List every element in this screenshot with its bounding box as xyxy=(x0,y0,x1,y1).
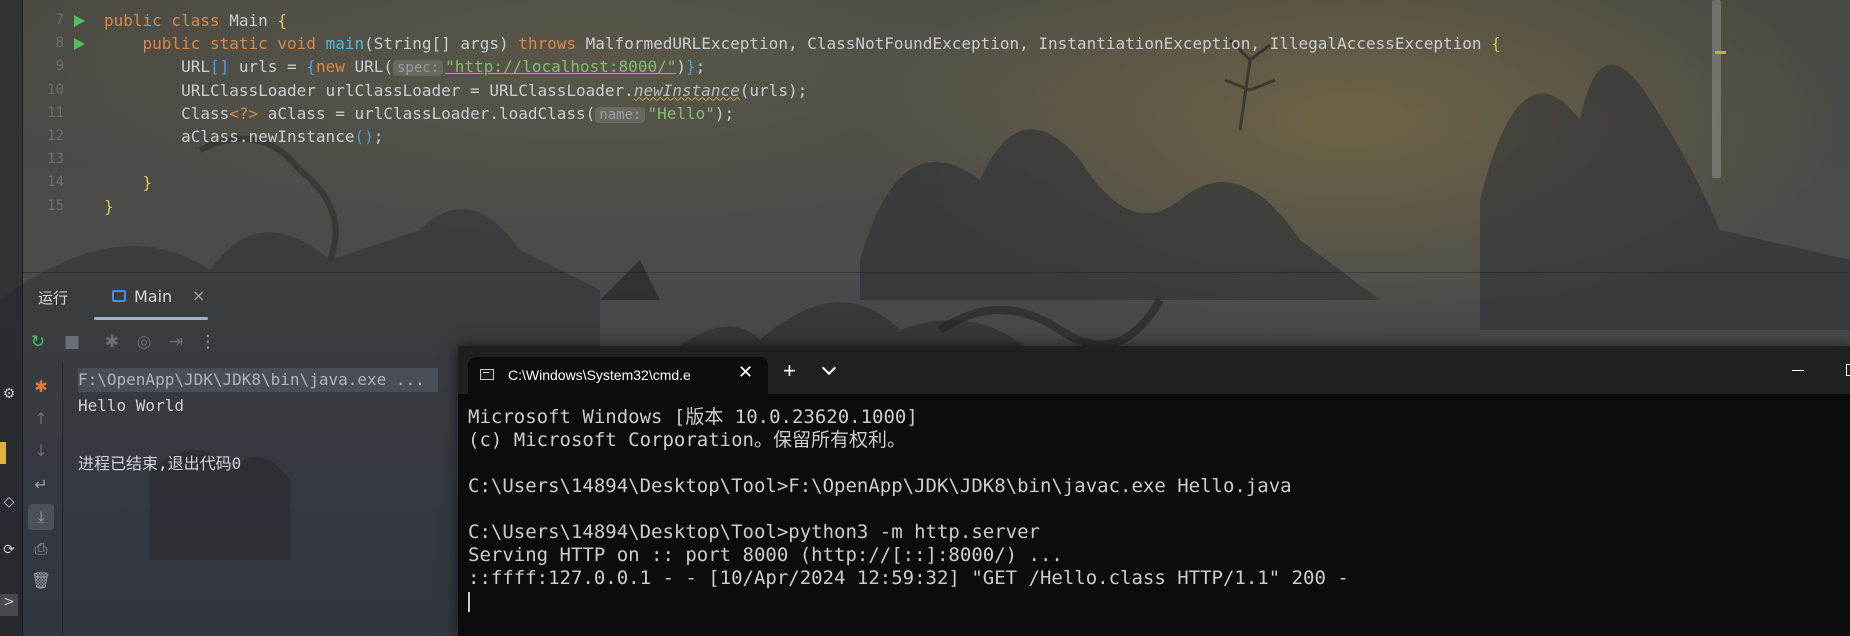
vcs-icon[interactable]: ⟳ xyxy=(0,542,18,564)
code-token: [] xyxy=(209,57,230,77)
code-token: () xyxy=(354,127,374,146)
debug-icon[interactable]: ✱ xyxy=(102,332,122,352)
parameter-hint: spec: xyxy=(393,60,444,77)
run-toolbar: ↻ ■ ✱ ◎ ⇥ ⋮ xyxy=(22,324,462,362)
code-token: <?> xyxy=(229,103,259,123)
code-token: ); xyxy=(714,103,735,123)
code-token: new xyxy=(315,57,355,77)
code-token: URL( xyxy=(354,57,393,77)
soft-wrap-icon[interactable]: ↵ xyxy=(28,472,54,498)
plugin-icon[interactable]: ◇ xyxy=(0,494,18,516)
debug-icon[interactable]: ✱ xyxy=(28,374,54,400)
run-config-icon xyxy=(112,290,126,302)
code-token: aClass = urlClassLoader.loadClass( xyxy=(258,103,596,123)
cmd-titlebar[interactable]: C:\Windows\System32\cmd.e ✕ + xyxy=(458,346,1850,394)
close-icon[interactable]: × xyxy=(192,286,205,305)
up-arrow-icon[interactable]: ↑ xyxy=(28,406,54,432)
run-panel-label: 运行 xyxy=(38,289,69,307)
run-console[interactable]: F:\OpenApp\JDK\JDK8\bin\java.exe ... Hel… xyxy=(78,368,458,628)
play-icon xyxy=(74,15,85,27)
console-side-toolbar: ✱ ↑ ↓ ↵ ⤓ ⎙ 🗑 xyxy=(28,374,58,614)
console-command-line[interactable]: F:\OpenApp\JDK\JDK8\bin\java.exe ... xyxy=(78,368,438,392)
text-cursor xyxy=(468,591,470,612)
code-token: } xyxy=(685,57,696,77)
code-token: } xyxy=(104,173,153,193)
code-line[interactable]: 15} xyxy=(22,193,1722,220)
code-token: { xyxy=(1491,34,1501,54)
down-arrow-icon[interactable]: ↓ xyxy=(28,438,54,464)
cmd-output[interactable]: Microsoft Windows [版本 10.0.23620.1000] (… xyxy=(468,406,1848,636)
code-token: "Hello" xyxy=(647,103,715,123)
code-token: ; xyxy=(373,127,384,146)
code-editor[interactable]: 7 public class Main {8 public static void… xyxy=(22,0,1850,270)
warning-marker[interactable] xyxy=(1715,51,1726,54)
chevron-down-icon[interactable] xyxy=(821,360,837,376)
print-icon[interactable]: ⎙ xyxy=(28,536,54,562)
active-tab-indicator xyxy=(94,317,208,320)
rerun-icon[interactable]: ↻ xyxy=(28,332,48,352)
code-token: public class xyxy=(104,11,230,30)
more-icon[interactable]: ⋮ xyxy=(198,332,218,352)
cmd-line xyxy=(468,498,1848,521)
cmd-line: Serving HTTP on :: port 8000 (http://[::… xyxy=(468,544,1063,566)
code-token: throws xyxy=(518,34,586,54)
code-token: newInstance xyxy=(633,80,740,100)
console-output-line: Hello World xyxy=(78,396,184,415)
code-token: } xyxy=(104,196,114,216)
minimize-icon[interactable] xyxy=(1792,370,1804,371)
code-token: URLClassLoader urlClassLoader = URLClass… xyxy=(104,80,634,100)
cmd-line: C:\Users\14894\Desktop\Tool>python3 -m h… xyxy=(468,521,1040,543)
exit-icon[interactable]: ⇥ xyxy=(166,332,186,352)
gear-icon[interactable]: ⚙ xyxy=(0,386,18,408)
maximize-icon[interactable] xyxy=(1846,364,1850,376)
code-token: (urls); xyxy=(739,80,808,100)
cmd-tab[interactable]: C:\Windows\System32\cmd.e ✕ xyxy=(468,357,768,394)
new-tab-button[interactable]: + xyxy=(783,358,796,384)
cmd-line: ::ffff:127.0.0.1 - - [10/Apr/2024 12:59:… xyxy=(468,567,1349,589)
code-token: public static void xyxy=(104,34,326,54)
code-token: Main xyxy=(229,11,278,30)
code-token: urls = xyxy=(229,57,307,77)
cmd-line xyxy=(468,452,1848,475)
editor-scrollbar[interactable] xyxy=(1712,0,1721,178)
cmd-line: Microsoft Windows [版本 10.0.23620.1000] xyxy=(468,406,918,428)
code-token: main xyxy=(325,34,365,54)
cmd-prompt-line[interactable] xyxy=(468,590,1848,613)
camera-icon[interactable]: ◎ xyxy=(134,332,154,352)
terminal-icon[interactable]: > xyxy=(0,594,18,616)
console-divider xyxy=(62,362,63,636)
code-token: ; xyxy=(695,57,706,77)
run-tool-window-header: 运行 Main × xyxy=(22,272,1850,321)
cmd-line: C:\Users\14894\Desktop\Tool>F:\OpenApp\J… xyxy=(468,475,1292,497)
tab-main[interactable]: Main × xyxy=(106,281,226,313)
bookmark-icon[interactable] xyxy=(0,442,6,464)
code-text[interactable]: } xyxy=(104,193,114,220)
tab-main-label: Main xyxy=(134,287,173,306)
parameter-hint: name: xyxy=(595,106,646,123)
cmd-terminal-window[interactable]: C:\Windows\System32\cmd.e ✕ + Microsoft … xyxy=(458,346,1850,636)
code-token: { xyxy=(277,11,288,30)
code-token: ) xyxy=(676,57,686,77)
code-token: URL xyxy=(104,57,210,77)
console-icon xyxy=(480,369,494,380)
console-exit-line: 进程已结束,退出代码0 xyxy=(78,454,242,473)
code-token: "http://localhost:8000/" xyxy=(445,57,677,77)
code-token: { xyxy=(306,57,316,77)
code-token: (String[] args) xyxy=(364,34,519,54)
code-token: MalformedURLException, ClassNotFoundExce… xyxy=(585,34,1492,54)
play-icon xyxy=(74,38,85,51)
ide-tool-strip: ⚙ ◇ ⟳ > xyxy=(0,386,18,626)
line-number: 15 xyxy=(47,197,64,214)
cmd-tab-title: C:\Windows\System32\cmd.e xyxy=(508,367,691,383)
close-icon[interactable]: ✕ xyxy=(738,362,753,383)
scroll-to-end-icon[interactable]: ⤓ xyxy=(28,504,54,530)
code-token: aClass.newInstance xyxy=(104,127,355,146)
trash-icon[interactable]: 🗑 xyxy=(28,568,54,594)
stop-icon[interactable]: ■ xyxy=(62,332,82,352)
cmd-line: (c) Microsoft Corporation。保留所有权利。 xyxy=(468,429,906,451)
code-token: Class xyxy=(104,103,230,123)
